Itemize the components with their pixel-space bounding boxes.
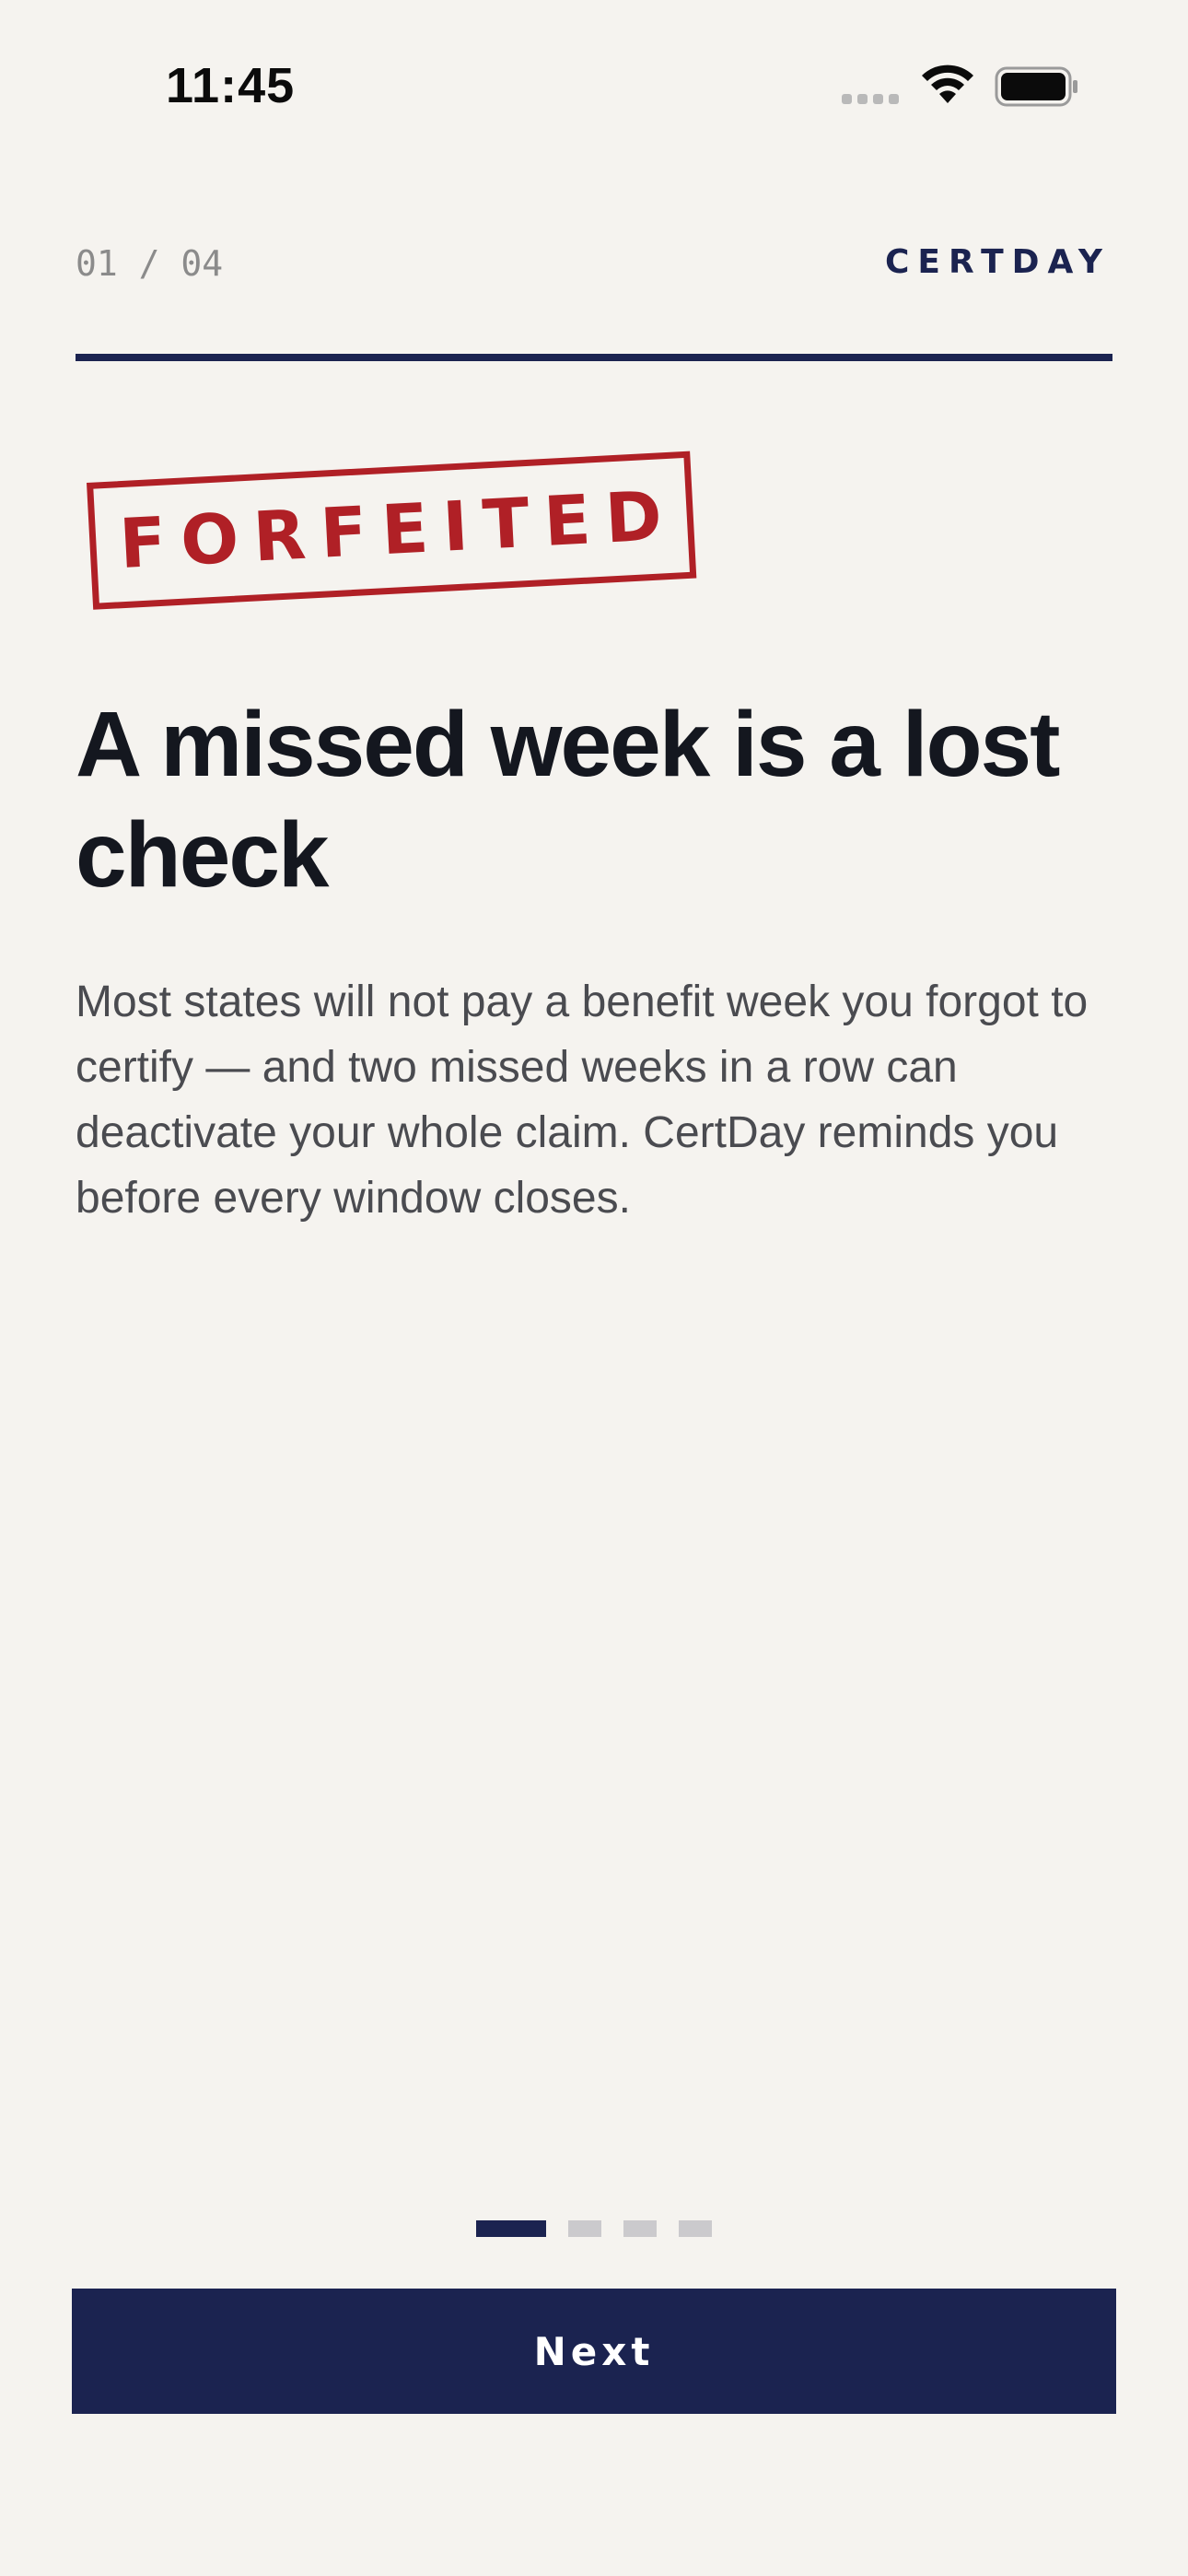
step-counter: 01 / 04 — [76, 243, 224, 284]
status-time: 11:45 — [166, 58, 296, 113]
page-dot-active — [476, 2220, 546, 2237]
brand-logo: CERTDAY — [884, 243, 1111, 281]
header-divider — [76, 354, 1112, 361]
next-button[interactable]: Next — [72, 2289, 1116, 2414]
cellular-signal-icon — [842, 94, 899, 104]
page-dot — [623, 2220, 657, 2237]
battery-icon — [995, 66, 1077, 107]
page-indicator — [0, 2220, 1188, 2237]
wifi-icon — [922, 64, 973, 103]
forfeited-stamp: FORFEITED — [87, 451, 697, 610]
description-text: Most states will not pay a benefit week … — [76, 978, 1089, 1223]
page-dot — [679, 2220, 712, 2237]
stamp-text: FORFEITED — [117, 475, 679, 585]
page-title: A missed week is a lost check — [76, 693, 1060, 907]
page-dot — [568, 2220, 601, 2237]
